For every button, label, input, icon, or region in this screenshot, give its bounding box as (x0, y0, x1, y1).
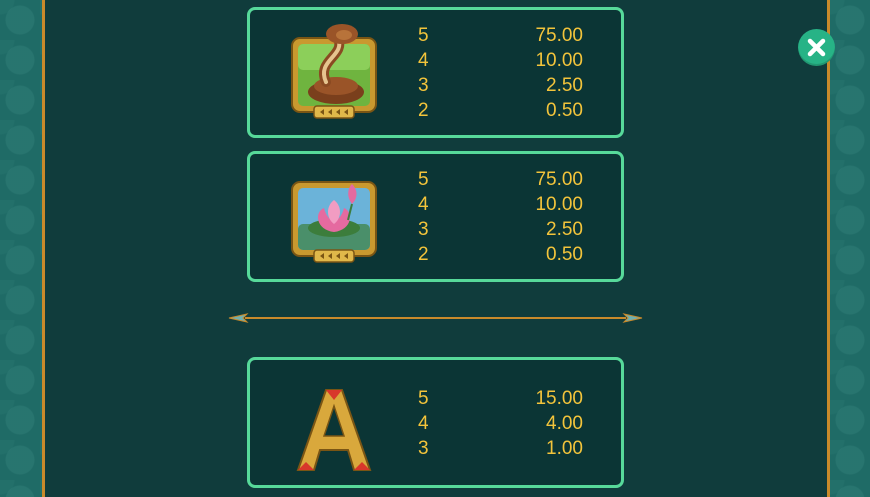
paytable-card-cobra: 5 75.00 4 10.00 3 2.50 2 0.50 (247, 7, 624, 138)
left-side-pattern (0, 0, 42, 497)
right-side-pattern (830, 0, 870, 497)
payout-count: 2 (418, 100, 429, 121)
payout-value: 1.00 (546, 438, 583, 459)
payout-value: 75.00 (535, 25, 583, 46)
payout-row: 5 75.00 (250, 25, 627, 47)
payout-count: 3 (418, 438, 429, 459)
payout-row: 4 10.00 (250, 50, 627, 72)
payout-value: 0.50 (546, 244, 583, 265)
payout-value: 2.50 (546, 219, 583, 240)
payout-row: 4 4.00 (250, 413, 627, 435)
payout-count: 4 (418, 50, 429, 71)
payout-count: 4 (418, 413, 429, 434)
payout-count: 3 (418, 75, 429, 96)
paytable-card-lotus: 5 75.00 4 10.00 3 2.50 2 0.50 (247, 151, 624, 282)
payout-count: 4 (418, 194, 429, 215)
payout-row: 2 0.50 (250, 244, 627, 266)
payout-value: 15.00 (535, 388, 583, 409)
close-button[interactable] (798, 29, 835, 66)
close-icon (807, 38, 826, 57)
payout-count: 3 (418, 219, 429, 240)
payout-count: 5 (418, 388, 429, 409)
payout-row: 3 1.00 (250, 438, 627, 460)
payout-row: 3 2.50 (250, 75, 627, 97)
payout-row: 5 75.00 (250, 169, 627, 191)
payout-value: 0.50 (546, 100, 583, 121)
section-divider (228, 313, 643, 323)
payout-count: 5 (418, 169, 429, 190)
payout-row: 2 0.50 (250, 100, 627, 122)
payout-value: 4.00 (546, 413, 583, 434)
payout-row: 3 2.50 (250, 219, 627, 241)
payout-count: 5 (418, 25, 429, 46)
payout-row: 4 10.00 (250, 194, 627, 216)
payout-value: 10.00 (535, 194, 583, 215)
paytable-card-letter-a: 5 15.00 4 4.00 3 1.00 (247, 357, 624, 488)
payout-value: 10.00 (535, 50, 583, 71)
payout-value: 2.50 (546, 75, 583, 96)
payout-count: 2 (418, 244, 429, 265)
payout-value: 75.00 (535, 169, 583, 190)
payout-row: 5 15.00 (250, 388, 627, 410)
